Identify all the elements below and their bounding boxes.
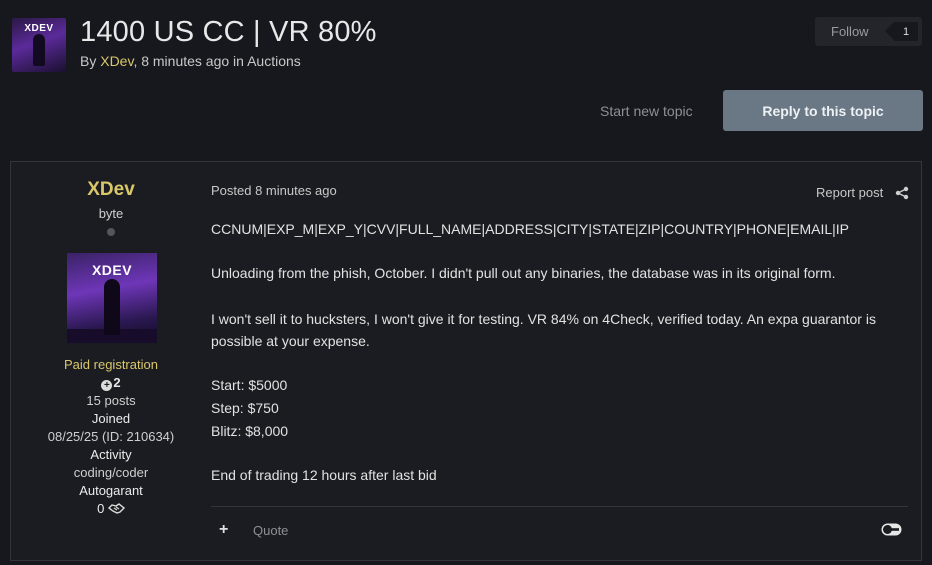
start-new-topic-link[interactable]: Start new topic [600, 103, 693, 119]
avatar-figure [33, 34, 45, 66]
avatar-text: XDEV [91, 262, 133, 278]
byline-author-link[interactable]: XDev [100, 53, 133, 69]
report-post-link[interactable]: Report post [816, 185, 883, 200]
autogarant-label: Autogarant [79, 483, 143, 498]
follow-count-badge: 1 [885, 22, 918, 41]
reputation-value: 2 [113, 375, 121, 390]
activity-label: Activity [90, 447, 132, 462]
author-reputation: +2 [11, 375, 211, 391]
post-timestamp[interactable]: Posted 8 minutes ago [211, 183, 337, 198]
post-line-blitz: Blitz: $8,000 [211, 423, 289, 439]
post-line-start: Start: $5000 [211, 377, 288, 393]
toggle-icon[interactable] [881, 523, 902, 536]
online-status-icon [107, 228, 115, 236]
post-divider [211, 506, 908, 507]
post-line-format: CCNUM|EXP_M|EXP_Y|CVV|FULL_NAME|ADDRESS|… [211, 221, 849, 237]
author-group: Paid registration [64, 357, 158, 372]
post-line-end: End of trading 12 hours after last bid [211, 467, 437, 483]
handshake-icon [107, 503, 125, 514]
follow-label: Follow [831, 24, 869, 39]
autogarant-row: 0 [11, 501, 211, 516]
byline-forum-link[interactable]: Auctions [247, 53, 301, 69]
author-rank: byte [98, 206, 124, 221]
post-container: XDev byte XDEV Paid registration +2 15 p… [10, 161, 922, 561]
share-icon[interactable] [895, 186, 909, 200]
post-line-terms: I won't sell it to hucksters, I won't gi… [211, 311, 876, 349]
quote-button[interactable]: Quote [253, 523, 288, 538]
page-title: 1400 US CC | VR 80% [80, 16, 377, 48]
post-content: Posted 8 minutes ago Report post CCNUM|E… [211, 162, 921, 560]
post-line-source: Unloading from the phish, October. I did… [211, 265, 836, 281]
autogarant-value: 0 [97, 501, 105, 516]
avatar-figure [104, 279, 120, 335]
post-line-step: Step: $750 [211, 400, 279, 416]
author-avatar[interactable]: XDEV [67, 253, 157, 343]
byline-meta: , 8 minutes ago in [133, 53, 248, 69]
byline-prefix: By [80, 53, 101, 69]
topic-byline: By XDev, 8 minutes ago in Auctions [80, 53, 301, 69]
joined-label: Joined [91, 411, 131, 426]
topic-author-avatar[interactable]: XDEV [12, 18, 66, 72]
joined-value: 08/25/25 (ID: 210634) [47, 429, 175, 444]
plus-icon[interactable]: + [219, 522, 228, 538]
author-name-link[interactable]: XDev [11, 179, 211, 201]
avatar-text: XDEV [24, 23, 54, 34]
reputation-plus-icon: + [101, 380, 113, 391]
author-post-count: 15 posts [86, 393, 136, 408]
activity-value: coding/coder [73, 465, 149, 480]
follow-button[interactable]: Follow 1 [815, 17, 922, 46]
reply-to-topic-button[interactable]: Reply to this topic [723, 90, 923, 131]
